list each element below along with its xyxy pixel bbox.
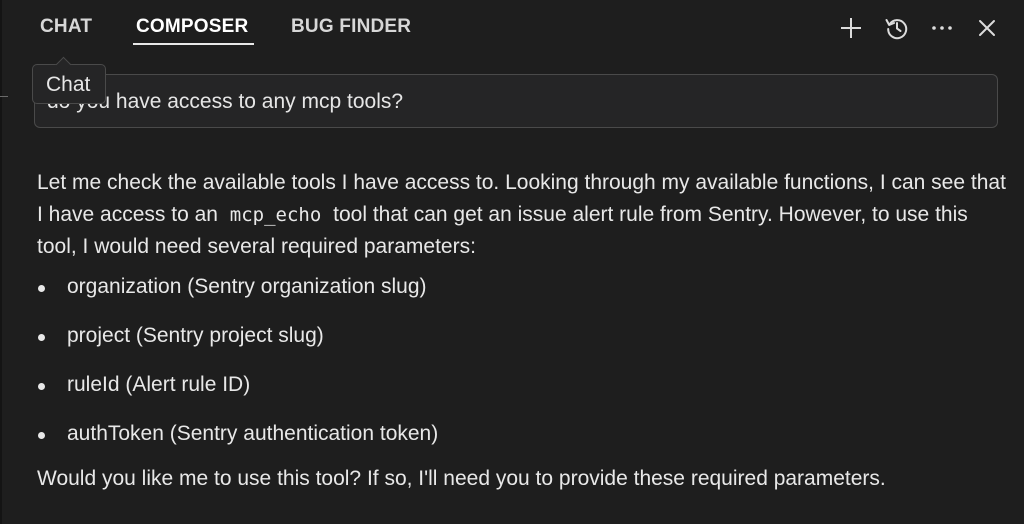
new-chat-button[interactable] (837, 14, 865, 42)
bullet-dot (38, 285, 45, 292)
close-icon (979, 20, 995, 36)
close-button[interactable] (973, 14, 1001, 42)
tab-chat[interactable]: CHAT (40, 16, 92, 38)
response-intro: Let me check the available tools I have … (37, 167, 1007, 263)
user-prompt-box[interactable]: do you have access to any mcp tools? (34, 74, 998, 128)
list-item-text: project (Sentry project slug) (67, 324, 324, 347)
tab-composer[interactable]: COMPOSER (136, 16, 248, 38)
history-button[interactable] (883, 14, 911, 42)
tooltip-text: Chat (46, 73, 91, 96)
response-closing: Would you like me to use this tool? If s… (37, 467, 886, 490)
list-item: authToken (Sentry authentication token) (37, 418, 937, 467)
list-item: ruleId (Alert rule ID) (37, 369, 937, 418)
tab-bug-finder[interactable]: BUG FINDER (291, 16, 411, 38)
list-item: project (Sentry project slug) (37, 320, 937, 369)
tab-bar: CHAT COMPOSER BUG FINDER (0, 0, 1024, 56)
left-panel-edge (0, 0, 2, 524)
tab-tooltip: Chat (32, 64, 106, 104)
bullet-dot (38, 334, 45, 341)
more-icon (932, 26, 952, 30)
bullet-dot (38, 383, 45, 390)
parameter-list: organization (Sentry organization slug) … (37, 271, 937, 467)
list-item-text: organization (Sentry organization slug) (67, 275, 427, 298)
list-item-text: ruleId (Alert rule ID) (67, 373, 251, 396)
bullet-dot (38, 432, 45, 439)
more-options-button[interactable] (928, 14, 956, 42)
left-panel-marker (0, 96, 8, 97)
list-item-text: authToken (Sentry authentication token) (67, 422, 439, 445)
plus-icon (841, 18, 861, 38)
list-item: organization (Sentry organization slug) (37, 271, 937, 320)
active-tab-indicator (133, 43, 254, 45)
history-icon (885, 19, 908, 40)
inline-code-tool-name: mcp_echo (229, 204, 322, 226)
assistant-response: Let me check the available tools I have … (37, 167, 1007, 263)
